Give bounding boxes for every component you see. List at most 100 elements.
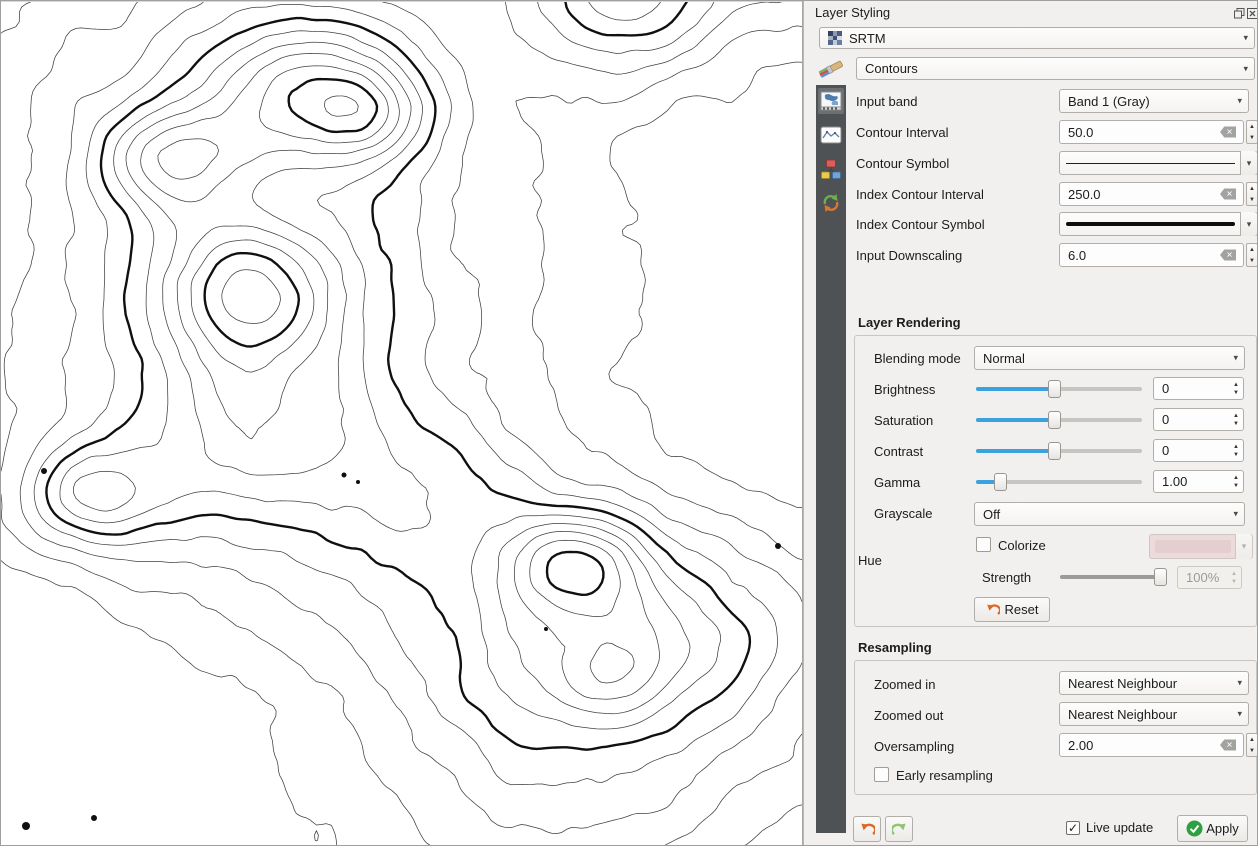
live-update-checkbox[interactable]: ✓ [1066, 821, 1080, 835]
grayscale-label: Grayscale [874, 506, 933, 521]
contour-line-sample [1066, 163, 1235, 164]
slider-handle[interactable] [1154, 568, 1167, 586]
styling-tabstrip [816, 85, 846, 833]
structure-diagram-icon [820, 158, 842, 180]
redo-button[interactable] [885, 816, 913, 842]
gamma-input[interactable]: 1.00 ▲▼ [1153, 470, 1244, 493]
spin-up-icon[interactable]: ▲ [1233, 475, 1239, 481]
symbology-brush-icon [817, 56, 845, 85]
brightness-label: Brightness [874, 382, 935, 397]
chevron-down-icon: ▾ [1233, 353, 1238, 364]
tab-symbology[interactable] [818, 88, 844, 114]
apply-button-label: Apply [1206, 821, 1239, 836]
spin-down-icon[interactable]: ▼ [1249, 748, 1255, 754]
slider-handle[interactable] [1048, 442, 1061, 460]
renderer-select[interactable]: Contours ▾ [856, 57, 1255, 80]
colorize-checkbox[interactable] [976, 537, 991, 552]
contrast-slider[interactable] [976, 442, 1142, 460]
map-top-border [1, 1, 802, 2]
input-band-label: Input band [856, 94, 917, 109]
input-downscaling-spinner[interactable]: ▲▼ [1246, 243, 1258, 267]
contrast-input[interactable]: 0 ▲▼ [1153, 439, 1244, 462]
clear-value-icon[interactable]: ✕ [1220, 189, 1236, 200]
index-contour-line-sample [1066, 222, 1235, 226]
input-downscaling-input[interactable]: 6.0 ✕ [1059, 243, 1244, 267]
contour-interval-label: Contour Interval [856, 125, 949, 140]
input-downscaling-label: Input Downscaling [856, 248, 962, 263]
saturation-label: Saturation [874, 413, 933, 428]
zoomed-out-select[interactable]: Nearest Neighbour ▾ [1059, 702, 1249, 726]
early-resampling-checkbox[interactable] [874, 767, 889, 782]
input-band-value: Band 1 (Gray) [1068, 94, 1150, 109]
undo-button[interactable] [853, 816, 881, 842]
clear-value-icon[interactable]: ✕ [1220, 740, 1236, 751]
spin-down-icon[interactable]: ▼ [1249, 135, 1255, 141]
spin-down-icon[interactable]: ▼ [1233, 483, 1239, 489]
oversampling-label: Oversampling [874, 739, 954, 754]
brightness-input[interactable]: 0 ▲▼ [1153, 377, 1244, 400]
spin-down-icon[interactable]: ▼ [1233, 390, 1239, 396]
zoomed-in-select[interactable]: Nearest Neighbour ▾ [1059, 671, 1249, 695]
colorize-color-button[interactable]: ▾ [1149, 534, 1253, 559]
chevron-down-icon: ▾ [1233, 509, 1238, 520]
tab-attribute-structure[interactable] [818, 156, 844, 182]
apply-button[interactable]: Apply [1177, 815, 1248, 842]
oversampling-spinner[interactable]: ▲▼ [1246, 733, 1258, 757]
tab-history[interactable] [818, 190, 844, 216]
spin-down-icon[interactable]: ▼ [1233, 421, 1239, 427]
reset-undo-icon [986, 604, 1000, 616]
contour-symbol-button[interactable]: ▾ [1059, 151, 1258, 175]
symbol-dropdown-button[interactable]: ▾ [1240, 212, 1257, 236]
color-swatch [1155, 540, 1231, 553]
spin-up-icon[interactable]: ▲ [1249, 124, 1255, 130]
early-resampling-label: Early resampling [896, 768, 993, 783]
strength-slider[interactable] [1060, 568, 1167, 586]
gamma-slider[interactable] [976, 473, 1142, 491]
tab-histogram[interactable] [818, 122, 844, 148]
undo-icon [860, 823, 875, 836]
layer-selector[interactable]: SRTM ▾ [819, 27, 1255, 49]
gamma-label: Gamma [874, 475, 920, 490]
blending-mode-value: Normal [983, 351, 1025, 366]
blending-mode-select[interactable]: Normal ▾ [974, 346, 1245, 370]
index-contour-symbol-button[interactable]: ▾ [1059, 212, 1258, 236]
brightness-slider[interactable] [976, 380, 1142, 398]
spin-down-icon[interactable]: ▼ [1233, 452, 1239, 458]
contour-interval-spinner[interactable]: ▲▼ [1246, 120, 1258, 144]
saturation-input[interactable]: 0 ▲▼ [1153, 408, 1244, 431]
spin-up-icon[interactable]: ▲ [1233, 382, 1239, 388]
spin-up-icon[interactable]: ▲ [1233, 413, 1239, 419]
renderer-value: Contours [865, 61, 918, 76]
index-contour-interval-input[interactable]: 250.0 ✕ [1059, 182, 1244, 206]
symbol-dropdown-button[interactable]: ▾ [1240, 151, 1257, 175]
histogram-icon [820, 126, 842, 144]
float-panel-icon[interactable] [1234, 7, 1245, 18]
slider-handle[interactable] [1048, 380, 1061, 398]
spin-up-icon[interactable]: ▲ [1249, 186, 1255, 192]
clear-value-icon[interactable]: ✕ [1220, 127, 1236, 138]
chevron-down-icon: ▾ [1243, 63, 1248, 74]
input-band-select[interactable]: Band 1 (Gray) ▾ [1059, 89, 1249, 113]
contour-symbol-label: Contour Symbol [856, 156, 949, 171]
index-contour-interval-spinner[interactable]: ▲▼ [1246, 182, 1258, 206]
spin-down-icon[interactable]: ▼ [1249, 197, 1255, 203]
close-panel-icon[interactable] [1247, 7, 1258, 18]
saturation-slider[interactable] [976, 411, 1142, 429]
map-canvas[interactable] [1, 2, 802, 845]
color-dropdown-button[interactable]: ▾ [1235, 534, 1252, 559]
spin-up-icon[interactable]: ▲ [1249, 247, 1255, 253]
grayscale-select[interactable]: Off ▾ [974, 502, 1245, 526]
zoomed-in-value: Nearest Neighbour [1068, 676, 1177, 691]
spin-up-icon[interactable]: ▲ [1249, 737, 1255, 743]
reset-button[interactable]: Reset [974, 597, 1050, 622]
spin-down-icon: ▼ [1231, 579, 1237, 585]
clear-value-icon[interactable]: ✕ [1220, 250, 1236, 261]
oversampling-input[interactable]: 2.00 ✕ [1059, 733, 1244, 757]
contour-interval-input[interactable]: 50.0 ✕ [1059, 120, 1244, 144]
slider-handle[interactable] [1048, 411, 1061, 429]
spin-down-icon[interactable]: ▼ [1249, 258, 1255, 264]
raster-layer-icon [828, 31, 842, 45]
redo-icon [892, 823, 907, 836]
spin-up-icon[interactable]: ▲ [1233, 444, 1239, 450]
slider-handle[interactable] [994, 473, 1007, 491]
